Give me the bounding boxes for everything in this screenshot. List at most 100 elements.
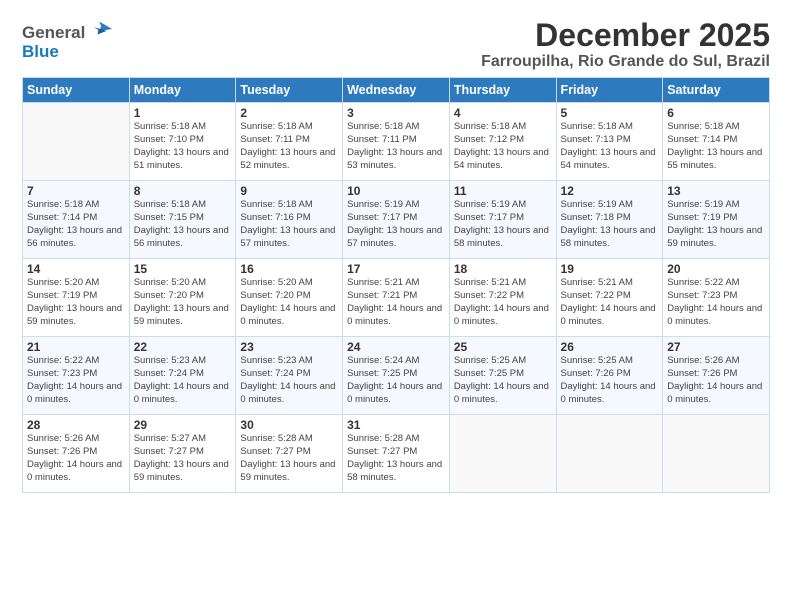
cell-info: Sunrise: 5:18 AMSunset: 7:10 PMDaylight:… bbox=[134, 121, 232, 172]
day-number: 8 bbox=[134, 184, 232, 198]
cell-info: Sunrise: 5:25 AMSunset: 7:25 PMDaylight:… bbox=[454, 355, 552, 406]
cell-info: Sunrise: 5:18 AMSunset: 7:14 PMDaylight:… bbox=[27, 199, 125, 250]
day-number: 17 bbox=[347, 262, 445, 276]
cell-info: Sunrise: 5:18 AMSunset: 7:16 PMDaylight:… bbox=[240, 199, 338, 250]
header-saturday: Saturday bbox=[663, 78, 770, 103]
day-number: 11 bbox=[454, 184, 552, 198]
page: General Blue December 2025 Farroupilha, … bbox=[0, 0, 792, 612]
cell-info: Sunrise: 5:24 AMSunset: 7:25 PMDaylight:… bbox=[347, 355, 445, 406]
cell-info: Sunrise: 5:23 AMSunset: 7:24 PMDaylight:… bbox=[240, 355, 338, 406]
title-location: Farroupilha, Rio Grande do Sul, Brazil bbox=[481, 53, 770, 71]
header: General Blue December 2025 Farroupilha, … bbox=[22, 18, 770, 71]
cell-info: Sunrise: 5:28 AMSunset: 7:27 PMDaylight:… bbox=[347, 433, 445, 484]
calendar-cell: 7Sunrise: 5:18 AMSunset: 7:14 PMDaylight… bbox=[23, 181, 130, 259]
day-number: 16 bbox=[240, 262, 338, 276]
day-number: 28 bbox=[27, 418, 125, 432]
header-monday: Monday bbox=[129, 78, 236, 103]
cell-info: Sunrise: 5:26 AMSunset: 7:26 PMDaylight:… bbox=[667, 355, 765, 406]
cell-info: Sunrise: 5:18 AMSunset: 7:14 PMDaylight:… bbox=[667, 121, 765, 172]
logo-bird-icon bbox=[92, 18, 114, 40]
calendar-cell bbox=[663, 415, 770, 493]
day-number: 25 bbox=[454, 340, 552, 354]
title-month-year: December 2025 bbox=[481, 18, 770, 53]
header-friday: Friday bbox=[556, 78, 663, 103]
day-number: 18 bbox=[454, 262, 552, 276]
calendar-cell: 30Sunrise: 5:28 AMSunset: 7:27 PMDayligh… bbox=[236, 415, 343, 493]
cell-info: Sunrise: 5:19 AMSunset: 7:18 PMDaylight:… bbox=[561, 199, 659, 250]
calendar-cell: 2Sunrise: 5:18 AMSunset: 7:11 PMDaylight… bbox=[236, 103, 343, 181]
day-number: 21 bbox=[27, 340, 125, 354]
day-number: 29 bbox=[134, 418, 232, 432]
cell-info: Sunrise: 5:20 AMSunset: 7:20 PMDaylight:… bbox=[240, 277, 338, 328]
calendar-cell: 1Sunrise: 5:18 AMSunset: 7:10 PMDaylight… bbox=[129, 103, 236, 181]
cell-info: Sunrise: 5:22 AMSunset: 7:23 PMDaylight:… bbox=[27, 355, 125, 406]
day-number: 9 bbox=[240, 184, 338, 198]
day-number: 14 bbox=[27, 262, 125, 276]
cell-info: Sunrise: 5:26 AMSunset: 7:26 PMDaylight:… bbox=[27, 433, 125, 484]
day-number: 3 bbox=[347, 106, 445, 120]
cell-info: Sunrise: 5:19 AMSunset: 7:17 PMDaylight:… bbox=[454, 199, 552, 250]
calendar-cell: 10Sunrise: 5:19 AMSunset: 7:17 PMDayligh… bbox=[343, 181, 450, 259]
cell-info: Sunrise: 5:21 AMSunset: 7:21 PMDaylight:… bbox=[347, 277, 445, 328]
calendar-cell bbox=[23, 103, 130, 181]
cell-info: Sunrise: 5:25 AMSunset: 7:26 PMDaylight:… bbox=[561, 355, 659, 406]
cell-info: Sunrise: 5:20 AMSunset: 7:19 PMDaylight:… bbox=[27, 277, 125, 328]
calendar-cell: 17Sunrise: 5:21 AMSunset: 7:21 PMDayligh… bbox=[343, 259, 450, 337]
calendar-cell: 14Sunrise: 5:20 AMSunset: 7:19 PMDayligh… bbox=[23, 259, 130, 337]
calendar-cell bbox=[556, 415, 663, 493]
day-number: 4 bbox=[454, 106, 552, 120]
calendar-cell: 24Sunrise: 5:24 AMSunset: 7:25 PMDayligh… bbox=[343, 337, 450, 415]
calendar-cell bbox=[449, 415, 556, 493]
cell-info: Sunrise: 5:18 AMSunset: 7:13 PMDaylight:… bbox=[561, 121, 659, 172]
cell-info: Sunrise: 5:18 AMSunset: 7:15 PMDaylight:… bbox=[134, 199, 232, 250]
calendar-cell: 29Sunrise: 5:27 AMSunset: 7:27 PMDayligh… bbox=[129, 415, 236, 493]
day-number: 31 bbox=[347, 418, 445, 432]
header-sunday: Sunday bbox=[23, 78, 130, 103]
calendar-cell: 5Sunrise: 5:18 AMSunset: 7:13 PMDaylight… bbox=[556, 103, 663, 181]
cell-info: Sunrise: 5:18 AMSunset: 7:12 PMDaylight:… bbox=[454, 121, 552, 172]
calendar-cell: 22Sunrise: 5:23 AMSunset: 7:24 PMDayligh… bbox=[129, 337, 236, 415]
cell-info: Sunrise: 5:28 AMSunset: 7:27 PMDaylight:… bbox=[240, 433, 338, 484]
calendar-header-row: SundayMondayTuesdayWednesdayThursdayFrid… bbox=[23, 78, 770, 103]
day-number: 13 bbox=[667, 184, 765, 198]
day-number: 19 bbox=[561, 262, 659, 276]
day-number: 22 bbox=[134, 340, 232, 354]
calendar-cell: 20Sunrise: 5:22 AMSunset: 7:23 PMDayligh… bbox=[663, 259, 770, 337]
day-number: 27 bbox=[667, 340, 765, 354]
day-number: 26 bbox=[561, 340, 659, 354]
logo: General Blue bbox=[22, 18, 114, 62]
calendar-cell: 26Sunrise: 5:25 AMSunset: 7:26 PMDayligh… bbox=[556, 337, 663, 415]
calendar-cell: 11Sunrise: 5:19 AMSunset: 7:17 PMDayligh… bbox=[449, 181, 556, 259]
calendar-cell: 23Sunrise: 5:23 AMSunset: 7:24 PMDayligh… bbox=[236, 337, 343, 415]
header-tuesday: Tuesday bbox=[236, 78, 343, 103]
day-number: 10 bbox=[347, 184, 445, 198]
calendar-cell: 9Sunrise: 5:18 AMSunset: 7:16 PMDaylight… bbox=[236, 181, 343, 259]
header-thursday: Thursday bbox=[449, 78, 556, 103]
logo-blue: Blue bbox=[22, 42, 59, 61]
cell-info: Sunrise: 5:21 AMSunset: 7:22 PMDaylight:… bbox=[561, 277, 659, 328]
cell-info: Sunrise: 5:18 AMSunset: 7:11 PMDaylight:… bbox=[240, 121, 338, 172]
calendar-cell: 31Sunrise: 5:28 AMSunset: 7:27 PMDayligh… bbox=[343, 415, 450, 493]
logo-general: General bbox=[22, 23, 85, 42]
calendar-cell: 12Sunrise: 5:19 AMSunset: 7:18 PMDayligh… bbox=[556, 181, 663, 259]
cell-info: Sunrise: 5:22 AMSunset: 7:23 PMDaylight:… bbox=[667, 277, 765, 328]
logo-text: General bbox=[22, 18, 114, 43]
day-number: 6 bbox=[667, 106, 765, 120]
cell-info: Sunrise: 5:19 AMSunset: 7:19 PMDaylight:… bbox=[667, 199, 765, 250]
calendar-cell: 3Sunrise: 5:18 AMSunset: 7:11 PMDaylight… bbox=[343, 103, 450, 181]
calendar-table: SundayMondayTuesdayWednesdayThursdayFrid… bbox=[22, 77, 770, 493]
calendar-cell: 8Sunrise: 5:18 AMSunset: 7:15 PMDaylight… bbox=[129, 181, 236, 259]
cell-info: Sunrise: 5:23 AMSunset: 7:24 PMDaylight:… bbox=[134, 355, 232, 406]
day-number: 5 bbox=[561, 106, 659, 120]
calendar-cell: 25Sunrise: 5:25 AMSunset: 7:25 PMDayligh… bbox=[449, 337, 556, 415]
day-number: 23 bbox=[240, 340, 338, 354]
cell-info: Sunrise: 5:20 AMSunset: 7:20 PMDaylight:… bbox=[134, 277, 232, 328]
calendar-cell: 28Sunrise: 5:26 AMSunset: 7:26 PMDayligh… bbox=[23, 415, 130, 493]
calendar-cell: 21Sunrise: 5:22 AMSunset: 7:23 PMDayligh… bbox=[23, 337, 130, 415]
calendar-cell: 16Sunrise: 5:20 AMSunset: 7:20 PMDayligh… bbox=[236, 259, 343, 337]
calendar-cell: 6Sunrise: 5:18 AMSunset: 7:14 PMDaylight… bbox=[663, 103, 770, 181]
week-row-2: 14Sunrise: 5:20 AMSunset: 7:19 PMDayligh… bbox=[23, 259, 770, 337]
day-number: 15 bbox=[134, 262, 232, 276]
calendar-cell: 27Sunrise: 5:26 AMSunset: 7:26 PMDayligh… bbox=[663, 337, 770, 415]
day-number: 2 bbox=[240, 106, 338, 120]
